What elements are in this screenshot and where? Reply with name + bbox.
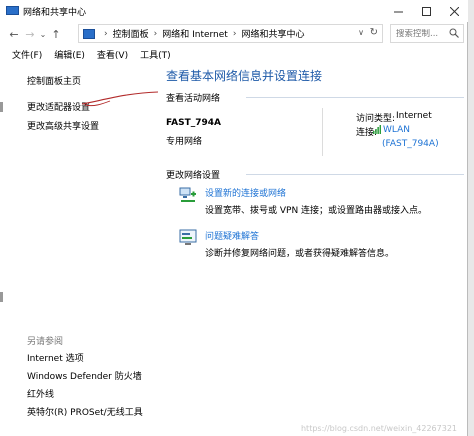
search-icon[interactable] [449, 28, 459, 38]
minimize-icon [393, 11, 403, 12]
refresh-icon[interactable]: ↻ [370, 27, 378, 38]
control-panel-icon [83, 28, 95, 39]
breadcrumb-control-panel[interactable]: 控制面板 [113, 27, 149, 40]
breadcrumb-separator[interactable]: › [154, 29, 158, 39]
breadcrumb-network-sharing-center[interactable]: 网络和共享中心 [241, 27, 304, 40]
recent-locations-button[interactable]: ⌄ [38, 25, 48, 43]
troubleshoot-problems-link[interactable]: 问题疑难解答 [205, 229, 259, 242]
control-panel-home-link[interactable]: 控制面板主页 [27, 74, 81, 87]
new-connection-icon [179, 187, 196, 202]
menu-edit[interactable]: 编辑(E) [48, 48, 91, 64]
change-advanced-sharing-link[interactable]: 更改高级共享设置 [27, 119, 99, 132]
infrared-link[interactable]: 红外线 [27, 387, 54, 400]
access-type-value: Internet [396, 111, 432, 121]
breadcrumb-separator[interactable]: › [104, 29, 108, 39]
window: 网络和共享中心 ← → ⌄ ↑ › 控制面板 › 网络和 Internet › … [0, 0, 468, 436]
close-button[interactable] [440, 0, 468, 22]
page-title: 查看基本网络信息并设置连接 [166, 69, 323, 83]
title-bar: 网络和共享中心 [0, 0, 468, 22]
back-button[interactable]: ← [6, 25, 22, 43]
breadcrumb-separator[interactable]: › [233, 29, 237, 39]
windows-defender-firewall-link[interactable]: Windows Defender 防火墙 [27, 369, 142, 382]
maximize-icon [421, 6, 431, 16]
change-settings-heading: 更改网络设置 [166, 171, 221, 181]
window-title: 网络和共享中心 [23, 7, 87, 18]
navigation-bar: ← → ⌄ ↑ › 控制面板 › 网络和 Internet › 网络和共享中心 … [0, 22, 468, 46]
access-type-label: 访问类型: [356, 114, 396, 124]
close-icon [449, 6, 459, 16]
window-controls [384, 0, 468, 22]
divider [246, 97, 464, 98]
breadcrumb-network-internet[interactable]: 网络和 Internet [162, 27, 228, 40]
troubleshoot-icon [179, 229, 197, 245]
forward-button[interactable]: → [22, 25, 38, 43]
maximize-button[interactable] [412, 0, 440, 22]
setup-new-connection-link[interactable]: 设置新的连接或网络 [205, 186, 286, 199]
address-bar[interactable]: › 控制面板 › 网络和 Internet › 网络和共享中心 ∨ ↻ [78, 24, 383, 43]
wlan-ssid-link[interactable]: (FAST_794A) [382, 139, 439, 149]
menu-bar: 文件(F) 编辑(E) 查看(V) 工具(T) [0, 48, 177, 64]
active-networks-heading: 查看活动网络 [166, 94, 221, 104]
address-dropdown-icon[interactable]: ∨ [358, 28, 364, 37]
search-input[interactable] [396, 28, 450, 39]
right-edge-strip [468, 0, 474, 436]
wlan-connection-link[interactable]: WLAN [383, 125, 410, 135]
divider [246, 174, 464, 175]
menu-tools[interactable]: 工具(T) [134, 48, 177, 64]
internet-options-link[interactable]: Internet 选项 [27, 351, 84, 364]
vertical-divider [322, 108, 323, 156]
see-also-heading: 另请参阅 [27, 337, 64, 347]
left-pane: 控制面板主页 更改适配器设置 更改高级共享设置 另请参阅 Internet 选项… [0, 64, 159, 436]
intel-proset-wireless-link[interactable]: 英特尔(R) PROSet/无线工具 [27, 405, 143, 418]
menu-view[interactable]: 查看(V) [91, 48, 134, 64]
setup-new-connection-description: 设置宽带、拨号或 VPN 连接；或设置路由器或接入点。 [205, 206, 428, 216]
network-type: 专用网络 [166, 137, 203, 147]
network-center-icon [6, 5, 19, 17]
search-box[interactable] [390, 24, 464, 43]
minimize-button[interactable] [384, 0, 412, 22]
wifi-signal-icon [373, 125, 381, 134]
menu-file[interactable]: 文件(F) [0, 48, 48, 64]
red-annotation-scribble [81, 91, 159, 107]
network-name: FAST_794A [166, 118, 221, 128]
troubleshoot-problems-description: 诊断并修复网络问题，或者获得疑难解答信息。 [205, 249, 395, 259]
watermark: https://blog.csdn.net/weixin_42267321 [300, 424, 457, 433]
edge-marker [0, 292, 3, 302]
up-button[interactable]: ↑ [48, 25, 64, 43]
edge-marker [0, 102, 3, 112]
